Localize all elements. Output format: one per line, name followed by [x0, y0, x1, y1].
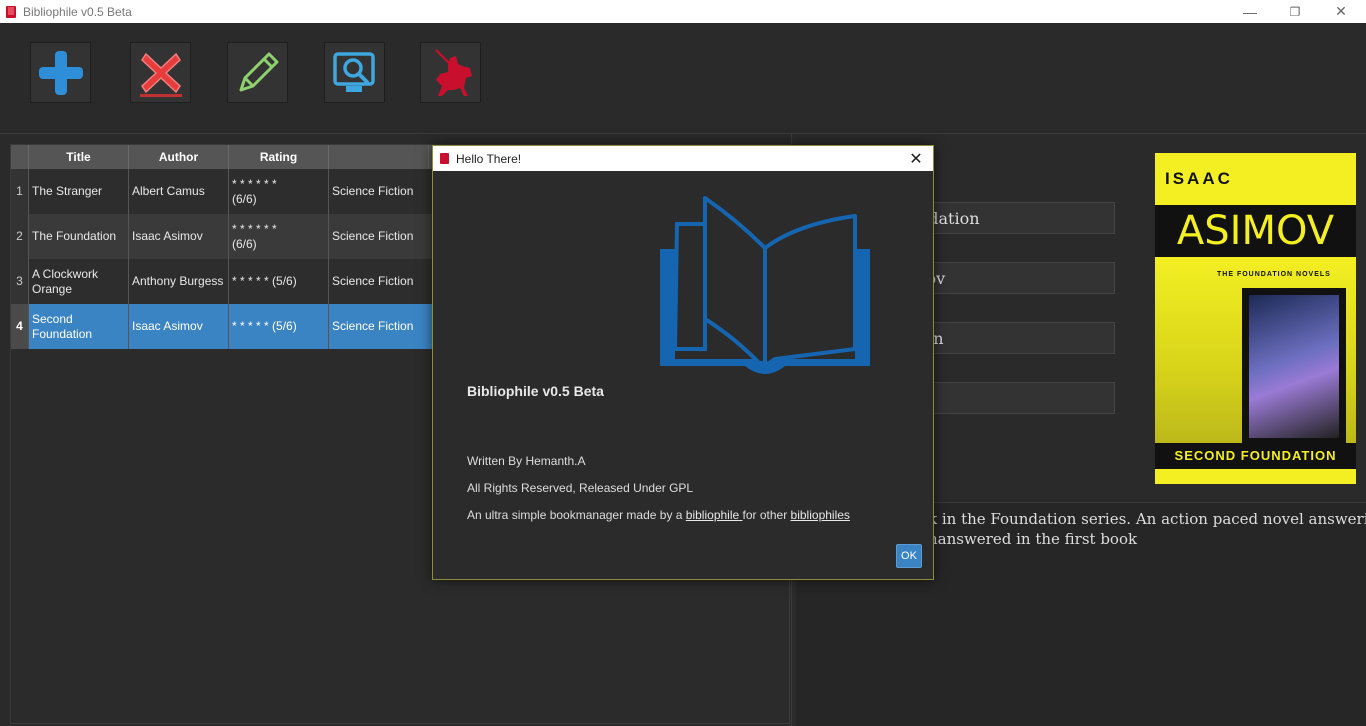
bibliophile-link[interactable]: bibliophile: [686, 508, 743, 522]
cell-title: Second Foundation: [29, 304, 129, 349]
dialog-titlebar: Hello There! ✕: [433, 146, 933, 171]
app-book-icon: [440, 153, 449, 164]
ok-button[interactable]: OK: [896, 544, 922, 568]
cover-author-last: ASIMOV: [1155, 205, 1356, 257]
minimize-button[interactable]: —: [1227, 0, 1273, 23]
description-text: An ultra simple bookmanager made by a bi…: [467, 508, 850, 522]
cell-author: Isaac Asimov: [129, 304, 229, 349]
cell-rating: * * * * * (5/6): [229, 304, 329, 349]
cover-series: THE FOUNDATION NOVELS: [1217, 271, 1331, 278]
corner-header[interactable]: [11, 145, 29, 169]
row-number: 3: [11, 259, 29, 304]
plus-icon: [38, 50, 83, 95]
rights-text: All Rights Reserved, Released Under GPL: [467, 481, 694, 495]
cell-rating: * * * * * (5/6): [229, 259, 329, 304]
about-dialog: Hello There! ✕ Bibliophile v0.5 Beta Wri…: [432, 145, 934, 580]
bibliophiles-link[interactable]: bibliophiles: [791, 508, 850, 522]
column-header-rating[interactable]: Rating: [229, 145, 329, 169]
cell-rating: * * * * * * (6/6): [229, 169, 329, 214]
cell-title: A Clockwork Orange: [29, 259, 129, 304]
red-x-icon: [139, 52, 182, 97]
close-window-button[interactable]: ✕: [1318, 0, 1364, 23]
cell-title: The Stranger: [29, 169, 129, 214]
app-book-icon: [6, 5, 16, 18]
cover-author-first: ISAAC: [1165, 169, 1233, 188]
row-number: 4: [11, 304, 29, 349]
search-book-button[interactable]: [324, 42, 385, 103]
search-monitor-icon: [332, 51, 375, 92]
cell-author: Anthony Burgess: [129, 259, 229, 304]
window-title: Bibliophile v0.5 Beta: [23, 4, 132, 19]
column-header-author[interactable]: Author: [129, 145, 229, 169]
row-number: 1: [11, 169, 29, 214]
pencil-icon: [239, 52, 278, 91]
written-by-text: Written By Hemanth.A: [467, 454, 586, 468]
dialog-close-button[interactable]: ✕: [899, 146, 933, 171]
cell-genre: Science Fiction: [329, 304, 433, 349]
add-book-button[interactable]: [30, 42, 91, 103]
description-mid: for other: [742, 508, 791, 522]
cell-title: The Foundation: [29, 214, 129, 259]
dialog-heading: Bibliophile v0.5 Beta: [467, 383, 604, 399]
cover-artwork: [1242, 288, 1346, 445]
delete-book-button[interactable]: [130, 42, 191, 103]
window-titlebar: Bibliophile v0.5 Beta — ❐ ✕: [0, 0, 1366, 23]
cell-genre: Science Fiction: [329, 259, 433, 304]
maximize-button[interactable]: ❐: [1272, 0, 1318, 23]
dialog-title: Hello There!: [456, 151, 522, 166]
cell-author: Isaac Asimov: [129, 214, 229, 259]
toolbar: [0, 23, 1366, 134]
column-header-genre[interactable]: [329, 145, 429, 169]
row-number: 2: [11, 214, 29, 259]
knight-icon: [434, 48, 472, 96]
about-button[interactable]: [420, 42, 481, 103]
cell-genre: Science Fiction: [329, 169, 433, 214]
cell-genre: Science Fiction: [329, 214, 433, 259]
cover-book-title: SECOND FOUNDATION: [1155, 443, 1356, 469]
cell-rating: * * * * * * (6/6): [229, 214, 329, 259]
description-prefix: An ultra simple bookmanager made by a: [467, 508, 686, 522]
cell-author: Albert Camus: [129, 169, 229, 214]
book-cover-image: ISAAC ASIMOV THE FOUNDATION NOVELS SECON…: [1155, 153, 1356, 484]
edit-book-button[interactable]: [227, 42, 288, 103]
description-line: nanswered in the first book: [928, 530, 1138, 548]
description-line: k in the Foundation series. An action pa…: [928, 510, 1366, 528]
open-book-icon: [660, 196, 870, 374]
column-header-title[interactable]: Title: [29, 145, 129, 169]
